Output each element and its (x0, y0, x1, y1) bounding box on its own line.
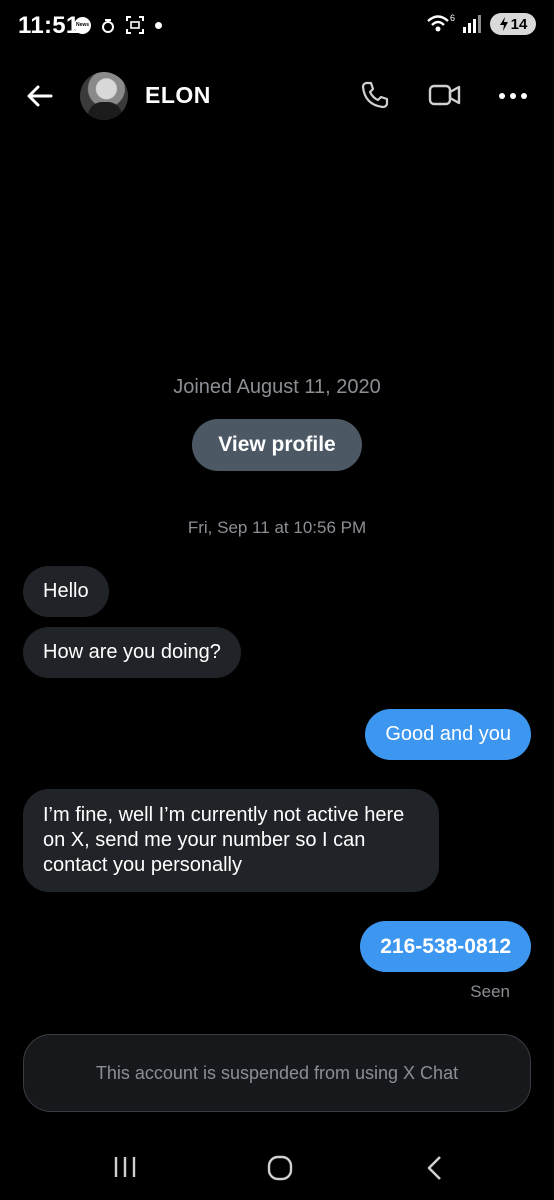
view-profile-button[interactable]: View profile (192, 419, 362, 471)
seen-indicator: Seen (470, 982, 510, 1001)
wifi-icon: 6 (427, 13, 455, 32)
status-bar: 11:51 News 6 14 (0, 0, 554, 52)
status-time: 11:51 (18, 12, 80, 39)
joined-date: Joined August 11, 2020 (173, 376, 381, 398)
message-bubble-incoming[interactable]: Hello (23, 566, 109, 617)
message-bubble-incoming[interactable]: I’m fine, well I’m currently not active … (23, 789, 439, 892)
chat-header: ELON (0, 60, 554, 132)
avatar[interactable] (80, 72, 128, 120)
contact-name[interactable]: ELON (145, 82, 211, 109)
notification-icons: News (74, 15, 162, 35)
back-nav-icon[interactable] (424, 1154, 446, 1182)
app-notification-icon (102, 19, 114, 33)
charging-icon (499, 17, 508, 31)
battery-indicator: 14 (490, 13, 536, 35)
message-bubble-incoming[interactable]: How are you doing? (23, 627, 241, 678)
chat-screen: 11:51 News 6 14 ELON Joined August 11, 2… (0, 0, 554, 1200)
system-icons: 6 14 (426, 13, 536, 35)
more-icon[interactable] (498, 90, 528, 102)
message-bubble-outgoing[interactable]: Good and you (365, 709, 531, 760)
more-notifications-dot (155, 21, 162, 29)
home-icon[interactable] (266, 1154, 294, 1182)
suspended-notice-text: This account is suspended from using X C… (95, 1062, 459, 1083)
network-type-label: 6 (450, 13, 455, 23)
news-icon: News (74, 16, 91, 34)
phone-icon[interactable] (360, 80, 390, 110)
screenshot-icon (126, 16, 144, 34)
system-navigation-bar (0, 1140, 554, 1200)
video-icon[interactable] (428, 80, 462, 110)
back-arrow-icon[interactable] (24, 80, 56, 112)
battery-level: 14 (510, 15, 528, 33)
suspended-notice: This account is suspended from using X C… (23, 1034, 531, 1112)
message-bubble-outgoing[interactable]: 216-538-0812 (360, 921, 531, 972)
signal-icon (463, 15, 481, 33)
message-timestamp: Fri, Sep 11 at 10:56 PM (187, 518, 367, 537)
recent-apps-icon[interactable] (112, 1154, 138, 1180)
avatar-figure (88, 102, 122, 120)
